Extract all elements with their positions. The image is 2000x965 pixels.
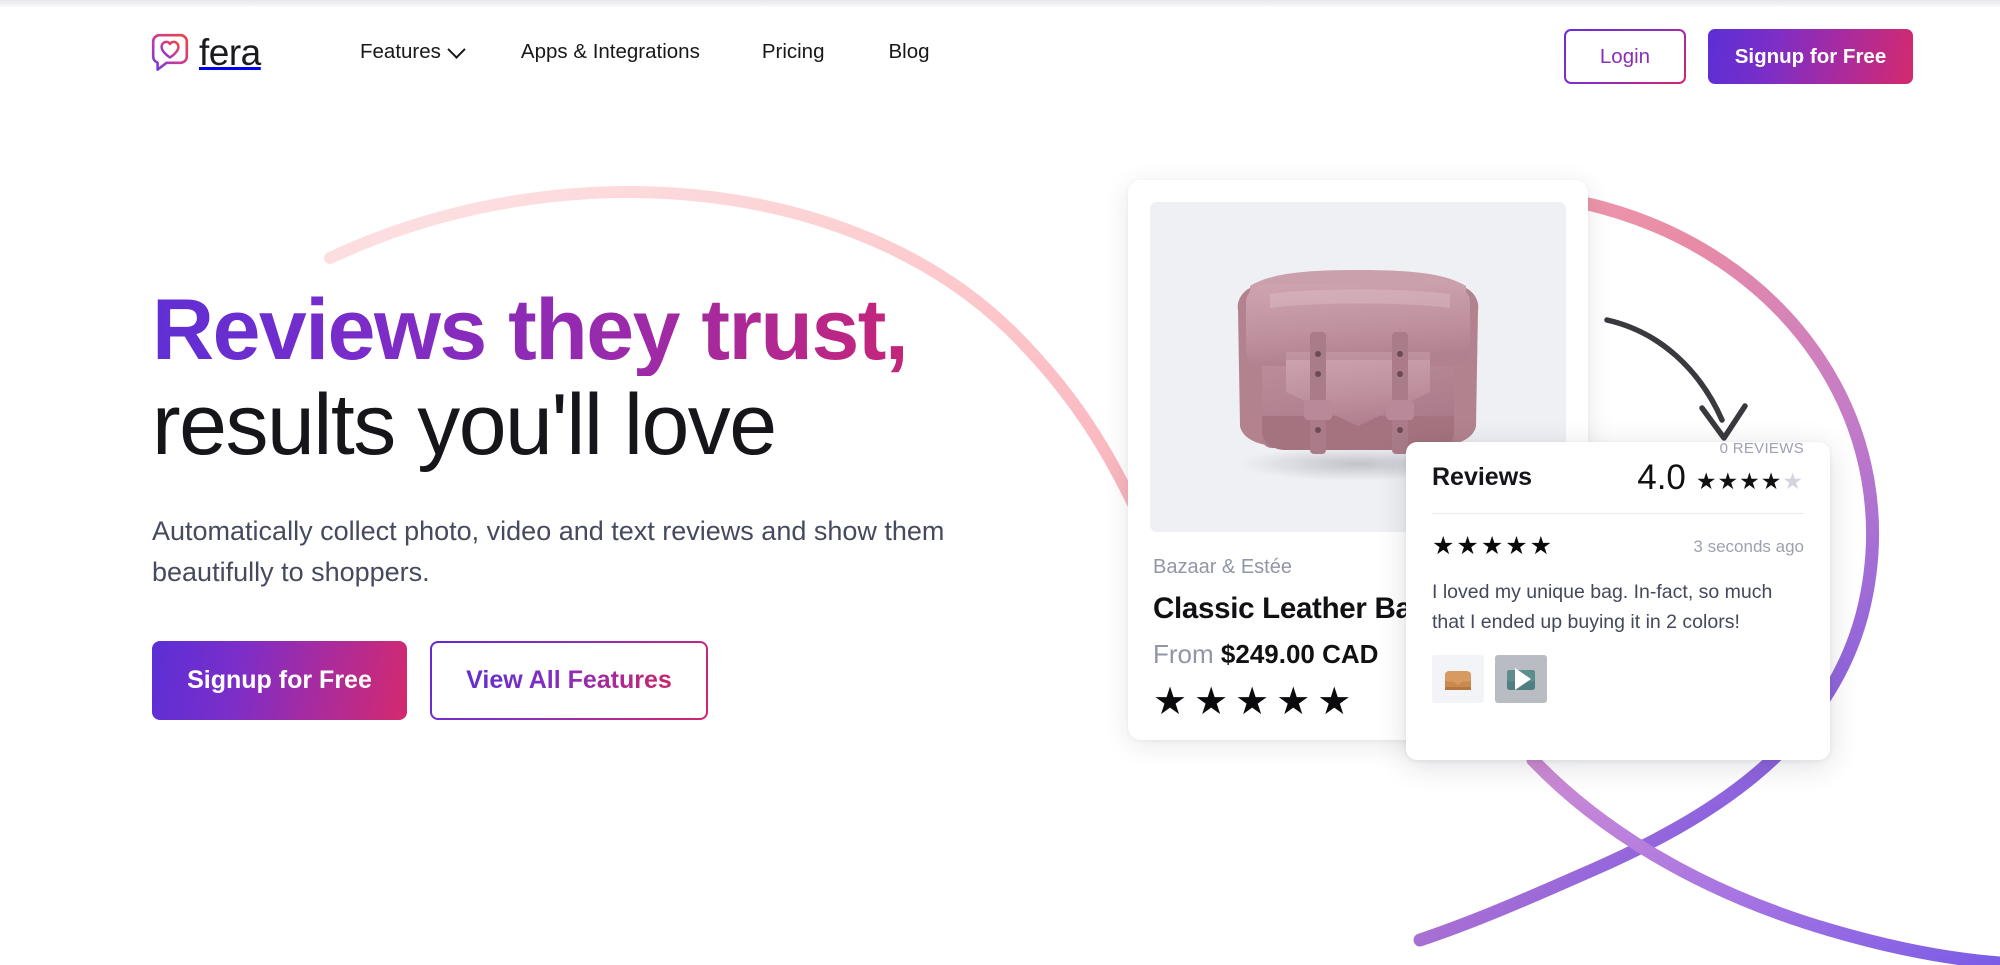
tan-bag-photo-thumbnail[interactable] (1432, 655, 1484, 704)
nav-item-pricing[interactable]: Pricing (762, 40, 825, 64)
brand-logo[interactable]: fera (150, 32, 261, 72)
reviews-average-score: 4.0 (1637, 458, 1686, 497)
review-timestamp: 3 seconds ago (1693, 536, 1804, 556)
reviews-count-label: 0 REVIEWS (1719, 440, 1804, 457)
hero-signup-button[interactable]: Signup for Free (152, 641, 407, 721)
play-icon (1515, 668, 1531, 691)
review-meta-row: ★★★★★ 3 seconds ago (1432, 534, 1804, 559)
top-browser-strip (0, 0, 2000, 7)
login-button[interactable]: Login (1564, 29, 1686, 84)
curved-down-right-arrow-icon (1604, 317, 1748, 441)
nav-label-features: Features (360, 40, 441, 63)
nav-item-blog[interactable]: Blog (889, 40, 930, 64)
teal-bag-video-thumbnail[interactable] (1495, 655, 1547, 704)
hero-view-all-features-button[interactable]: View All Features (430, 641, 708, 720)
review-media-thumbnails (1432, 655, 1804, 704)
reviews-stars-empty: ★ (1782, 468, 1804, 494)
reviews-average-stars: ★★★★★ (1696, 470, 1804, 495)
speech-bubble-heart-icon (151, 33, 189, 71)
price-value: $249.00 CAD (1220, 639, 1379, 669)
reviews-widget[interactable]: Reviews 0 REVIEWS 4.0 ★★★★★ ★★★★★ 3 seco… (1406, 440, 1830, 760)
headline-line-1: Reviews they trust, (152, 284, 1052, 376)
header-actions: Login Signup for Free (1564, 29, 1913, 84)
review-stars: ★★★★★ (1432, 532, 1555, 560)
nav-item-features[interactable]: Features (360, 39, 466, 64)
nav-label-pricing: Pricing (761, 40, 825, 63)
headline-line-2: results you'll love (152, 377, 777, 474)
page-title: Reviews they trust, results you'll love (152, 284, 1052, 474)
nav-label-blog: Blog (888, 40, 930, 63)
review-text: I loved my unique bag. In-fact, so much … (1432, 581, 1773, 634)
reviews-widget-header: Reviews 0 REVIEWS 4.0 ★★★★★ (1432, 440, 1804, 514)
hero-view-all-features-label: View All Features (466, 666, 672, 695)
main-navigation: Features Apps & Integrations Pricing Blo… (360, 39, 930, 64)
brand-name: fera (199, 31, 261, 73)
site-header: fera Features Apps & Integrations Pricin… (0, 7, 2000, 92)
chevron-down-icon (447, 39, 466, 59)
nav-label-apps-integrations: Apps & Integrations (520, 40, 700, 63)
tan-bag-icon (1445, 671, 1471, 691)
landing-page: fera Features Apps & Integrations Pricin… (0, 0, 2000, 965)
hero-subheading: Automatically collect photo, video and t… (152, 516, 945, 588)
hero-section: Reviews they trust, results you'll love … (152, 284, 1052, 721)
reviews-stars-filled: ★★★★ (1695, 468, 1783, 494)
price-prefix: From (1153, 639, 1214, 669)
reviews-widget-title: Reviews (1432, 463, 1533, 491)
reviews-summary: 0 REVIEWS 4.0 ★★★★★ (1637, 440, 1804, 497)
hero-cta-row: Signup for Free View All Features (152, 641, 1052, 721)
review-item: ★★★★★ 3 seconds ago I loved my unique ba… (1432, 514, 1804, 704)
nav-item-apps-integrations[interactable]: Apps & Integrations (521, 40, 700, 64)
header-signup-button[interactable]: Signup for Free (1708, 29, 1913, 84)
